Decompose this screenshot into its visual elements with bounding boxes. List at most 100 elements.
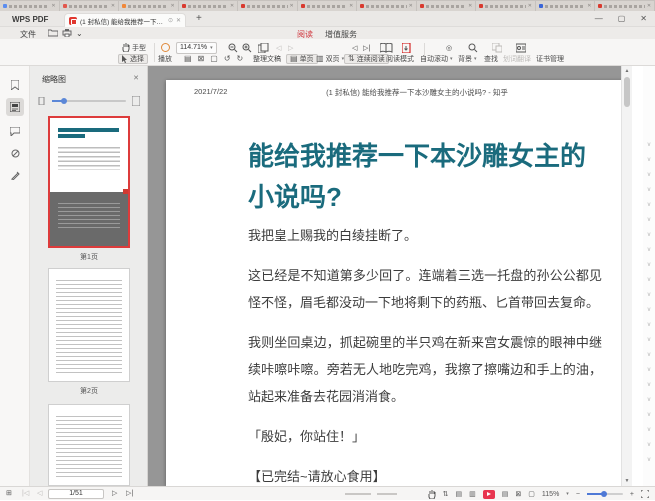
- browser-tab[interactable]: ✕: [357, 1, 416, 11]
- tab-close-icon[interactable]: ✕: [468, 4, 472, 9]
- bookmark-icon[interactable]: [6, 76, 24, 94]
- single-page-button[interactable]: ▤ 单页: [286, 54, 318, 64]
- continuous-view-icon[interactable]: ⇅: [443, 490, 449, 498]
- statusbar-page-input[interactable]: [48, 489, 104, 499]
- browser-tab[interactable]: ✕: [417, 1, 476, 11]
- select-tool-button[interactable]: 选择: [118, 54, 148, 64]
- read-mode-icon[interactable]: [380, 42, 393, 53]
- prev-page-button[interactable]: ◁: [352, 42, 357, 53]
- browser-tab[interactable]: ✕: [179, 1, 238, 11]
- chevron-down-icon[interactable]: ▾: [566, 491, 569, 497]
- zoom-combo[interactable]: 114.71%▾: [176, 42, 217, 53]
- tab-close-icon[interactable]: ✕: [51, 4, 55, 9]
- hand-tool-icon[interactable]: [428, 490, 436, 499]
- attachment-icon[interactable]: [6, 144, 24, 162]
- fit-width-icon[interactable]: ▤: [502, 490, 509, 498]
- view-back-button[interactable]: ◁: [276, 42, 281, 53]
- new-tab-button[interactable]: +: [196, 14, 202, 24]
- certificate-icon[interactable]: [516, 42, 526, 53]
- browser-tab[interactable]: ✕: [0, 1, 59, 11]
- cert-manage-button[interactable]: 证书管理: [536, 54, 564, 64]
- browser-tab[interactable]: ✕: [476, 1, 535, 11]
- thumbnails-icon[interactable]: [6, 98, 24, 116]
- tab-close-icon[interactable]: ✕: [230, 4, 234, 9]
- page-1-thumbnail[interactable]: [48, 116, 130, 248]
- rotate-left-icon[interactable]: ↺: [224, 55, 231, 63]
- prev-page-icon[interactable]: ◁: [37, 489, 42, 499]
- pin-tab-icon[interactable]: ⊙: [168, 18, 173, 24]
- browser-tab[interactable]: ✕: [298, 1, 357, 11]
- play-icon[interactable]: [161, 42, 170, 53]
- double-page-view-icon[interactable]: ▥: [469, 490, 476, 498]
- browser-tab[interactable]: ✕: [536, 1, 595, 11]
- organize-pages-button[interactable]: 整理文稿: [253, 54, 281, 64]
- page-3-thumbnail[interactable]: [48, 404, 130, 486]
- document-viewport[interactable]: 2021/7/22 (1 封私信) 能给我推荐一下本沙雕女主的小说吗? - 知乎…: [148, 66, 632, 486]
- scroll-up-icon[interactable]: ▲: [622, 68, 632, 74]
- open-folder-icon[interactable]: [48, 29, 58, 37]
- continuous-read-button[interactable]: ⇅ 连续阅读: [344, 54, 389, 64]
- document-tab[interactable]: (1 封私信) 能给我推荐一下… ⊙ ✕: [64, 13, 186, 27]
- thumbnail-size-slider[interactable]: [38, 96, 140, 106]
- scrollbar-thumb[interactable]: [624, 77, 630, 107]
- zoom-slider[interactable]: [587, 491, 623, 497]
- presentation-play-button[interactable]: [483, 490, 495, 499]
- background-button[interactable]: 背景 ▾: [458, 54, 477, 64]
- tab-close-icon[interactable]: ✕: [409, 4, 413, 9]
- close-tab-icon[interactable]: ✕: [176, 18, 181, 24]
- browser-tab[interactable]: ✕: [595, 1, 654, 11]
- scroll-down-icon[interactable]: ▼: [622, 478, 632, 484]
- crop-page-icon[interactable]: ▤: [184, 55, 192, 63]
- maximize-icon[interactable]: ▢: [618, 14, 626, 23]
- fit-page-button[interactable]: [258, 42, 269, 53]
- chevron-down-icon[interactable]: ⌄: [76, 29, 83, 38]
- insert-page-icon[interactable]: ▢: [210, 55, 218, 63]
- last-page-icon[interactable]: ▷|: [126, 489, 133, 499]
- browser-tab[interactable]: ✕: [60, 1, 119, 11]
- zoom-in-button[interactable]: [242, 42, 252, 53]
- minimize-icon[interactable]: —: [595, 14, 603, 23]
- close-panel-icon[interactable]: ✕: [133, 74, 139, 82]
- tab-close-icon[interactable]: ✕: [111, 4, 115, 9]
- statusbar-zoom-value[interactable]: 115%: [542, 491, 559, 498]
- background-icon[interactable]: ◎: [446, 42, 452, 53]
- wps-app-button[interactable]: WPS PDF: [12, 15, 48, 24]
- zoom-slider-handle[interactable]: [601, 491, 607, 497]
- vertical-scrollbar[interactable]: ▲ ▼: [621, 66, 632, 486]
- delete-page-icon[interactable]: ⊠: [198, 55, 205, 63]
- hand-tool-button[interactable]: 手型: [122, 42, 146, 53]
- print-icon[interactable]: [62, 29, 72, 37]
- close-window-icon[interactable]: ✕: [640, 14, 647, 23]
- read-mode-button[interactable]: 阅读模式: [386, 54, 414, 64]
- auto-scroll-icon[interactable]: [402, 42, 411, 53]
- double-page-button[interactable]: ▥ 双页 ▾: [316, 54, 344, 64]
- actual-size-icon[interactable]: ▢: [528, 490, 535, 498]
- signature-icon[interactable]: [6, 166, 24, 184]
- last-page-button[interactable]: ▷|: [363, 42, 370, 53]
- tab-close-icon[interactable]: ✕: [587, 4, 591, 9]
- find-button-label[interactable]: 查找: [484, 54, 498, 64]
- zoom-out-minus[interactable]: −: [576, 491, 580, 498]
- browser-tab[interactable]: ✕: [238, 1, 297, 11]
- fullscreen-icon[interactable]: [641, 490, 649, 498]
- comments-icon[interactable]: [6, 122, 24, 140]
- browser-tab[interactable]: ✕: [119, 1, 178, 11]
- page-grid-icon[interactable]: ⊞: [6, 489, 12, 499]
- next-page-icon[interactable]: ▷: [112, 489, 117, 499]
- tab-close-icon[interactable]: ✕: [647, 4, 651, 9]
- fit-page-icon[interactable]: ⊠: [515, 490, 521, 498]
- auto-scroll-button[interactable]: 自动滚动 ▾: [420, 54, 453, 64]
- zoom-in-plus[interactable]: +: [630, 491, 634, 498]
- zoom-out-button[interactable]: [228, 42, 238, 53]
- tab-close-icon[interactable]: ✕: [170, 4, 174, 9]
- view-forward-button[interactable]: ▷: [288, 42, 293, 53]
- play-button[interactable]: 播放: [158, 54, 172, 64]
- rotate-right-icon[interactable]: ↻: [237, 55, 244, 63]
- first-page-icon[interactable]: |◁: [22, 489, 29, 499]
- find-button[interactable]: [468, 42, 478, 53]
- tab-close-icon[interactable]: ✕: [349, 4, 353, 9]
- tab-close-icon[interactable]: ✕: [290, 4, 294, 9]
- tab-close-icon[interactable]: ✕: [528, 4, 532, 9]
- page-2-thumbnail[interactable]: [48, 268, 130, 382]
- single-page-view-icon[interactable]: ▤: [456, 490, 463, 498]
